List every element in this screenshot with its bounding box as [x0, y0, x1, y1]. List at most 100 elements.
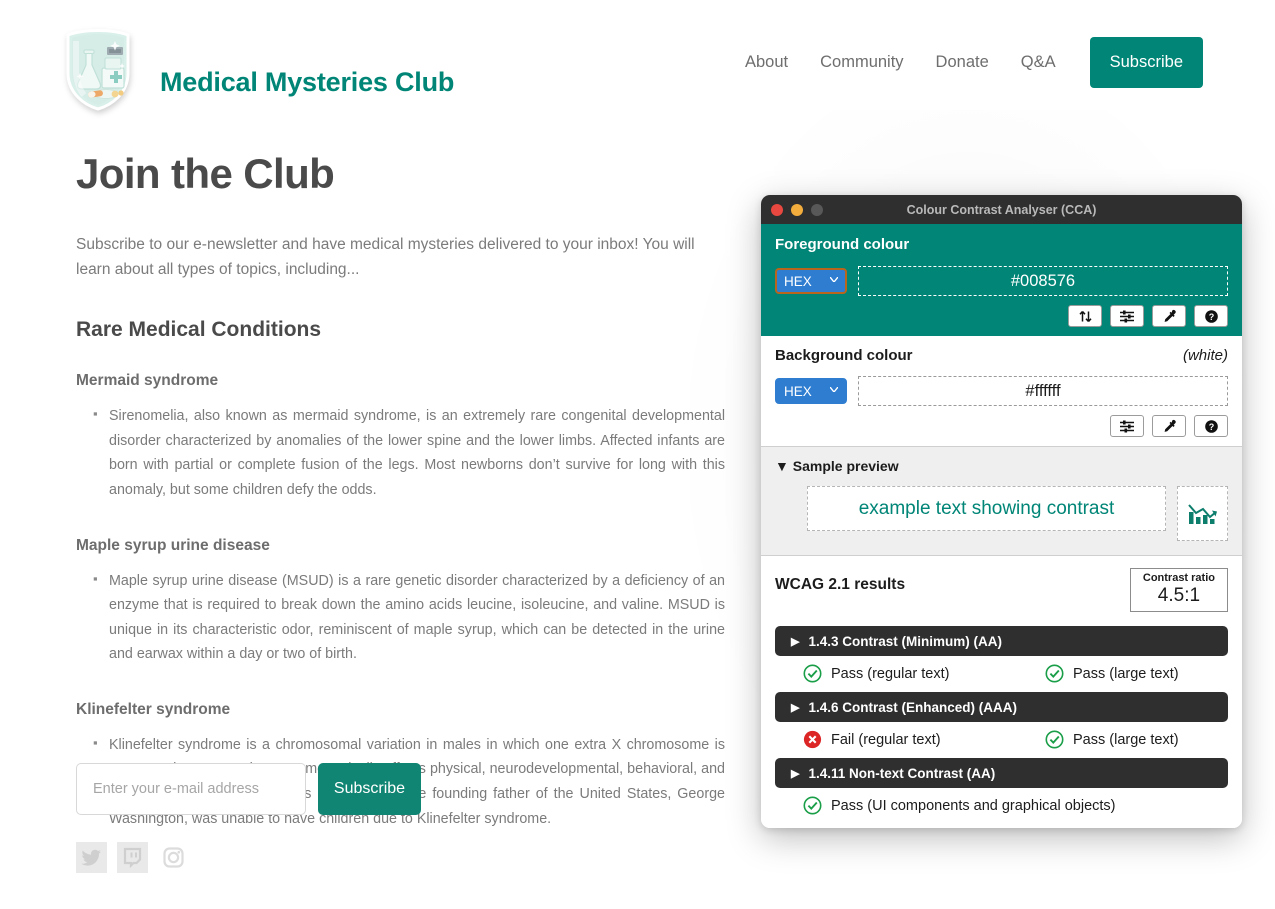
nav-item-community[interactable]: Community [804, 36, 919, 88]
cca-window-title: Colour Contrast Analyser (CCA) [906, 202, 1097, 217]
cca-window: Colour Contrast Analyser (CCA) Foregroun… [761, 195, 1242, 828]
criterion-label: 1.4.11 Non-text Contrast (AA) [808, 765, 996, 781]
sample-preview-row: example text showing contrast [775, 486, 1228, 541]
email-field[interactable] [76, 763, 306, 815]
help-icon[interactable]: ? [1194, 415, 1228, 437]
verdict-large-text: Pass (large text) [1045, 730, 1179, 749]
verdict-text: Pass (large text) [1073, 731, 1179, 748]
signup-subscribe-button[interactable]: Subscribe [318, 763, 421, 815]
fail-icon [803, 730, 822, 749]
twitch-icon[interactable] [117, 842, 148, 873]
nav-item-donate[interactable]: Donate [920, 36, 1005, 88]
foreground-colour-row: HEX #008576 [775, 266, 1228, 296]
newsletter-signup-form: Subscribe [76, 763, 421, 815]
verdict-text: Pass (regular text) [831, 665, 950, 682]
list-item: Sirenomelia, also known as mermaid syndr… [93, 403, 725, 502]
background-colour-panel: Background colour (white) HEX #ffffff ? [761, 336, 1242, 447]
condition-title-klinefelter-syndrome: Klinefelter syndrome [76, 700, 231, 718]
verdict-text: Fail (regular text) [831, 731, 941, 748]
wcag-results-title: WCAG 2.1 results [775, 576, 906, 593]
verdict-text: Pass (UI components and graphical object… [831, 797, 1116, 814]
page-title: Join the Club [76, 150, 335, 197]
zoom-window-button[interactable] [811, 203, 823, 216]
eyedropper-icon[interactable] [1152, 305, 1186, 327]
background-colour-note: (white) [1182, 347, 1228, 364]
shield-lab-logo-icon [62, 25, 134, 113]
eyedropper-icon[interactable] [1152, 415, 1186, 437]
wcag-results-header: WCAG 2.1 results Contrast ratio 4.5:1 [775, 568, 1228, 613]
verdict-non-text: Pass (UI components and graphical object… [803, 796, 1116, 815]
pass-icon [1045, 730, 1064, 749]
condition-title-maple-syrup-urine-disease: Maple syrup urine disease [76, 536, 270, 554]
triangle-right-icon: ▶ [791, 701, 800, 714]
verdict-regular-text: Pass (regular text) [803, 664, 1045, 683]
condition-title-mermaid-syndrome: Mermaid syndrome [76, 372, 219, 390]
sliders-icon[interactable] [1110, 305, 1144, 327]
contrast-ratio-box: Contrast ratio 4.5:1 [1129, 568, 1228, 613]
sliders-icon[interactable] [1110, 415, 1144, 437]
main-nav: About Community Donate Q&A Subscribe [729, 36, 1203, 88]
minimize-window-button[interactable] [791, 203, 803, 216]
sample-preview-disclosure[interactable]: ▼ Sample preview [775, 458, 1228, 474]
criterion-1-4-11-verdicts: Pass (UI components and graphical object… [775, 796, 1228, 815]
pass-icon [803, 664, 822, 683]
contrast-ratio-label: Contrast ratio [1142, 572, 1215, 584]
instagram-icon[interactable] [158, 842, 189, 873]
article-lede: Subscribe to our e-newsletter and have m… [76, 236, 695, 279]
verdict-large-text: Pass (large text) [1045, 664, 1179, 683]
social-links [76, 842, 189, 873]
help-icon[interactable]: ? [1194, 305, 1228, 327]
list-item: Maple syrup urine disease (MSUD) is a ra… [93, 568, 725, 667]
criterion-label: 1.4.6 Contrast (Enhanced) (AAA) [808, 699, 1017, 715]
svg-text:?: ? [1208, 312, 1214, 322]
background-format-select-wrap: HEX [775, 378, 847, 404]
bar-chart-declining-icon [1177, 486, 1228, 541]
page-root: Medical Mysteries Club About Community D… [0, 0, 1275, 909]
background-tools: ? [775, 415, 1228, 437]
brand-name: Medical Mysteries Club [160, 66, 455, 97]
foreground-colour-panel: Foreground colour HEX #008576 ? [761, 224, 1242, 336]
criterion-1-4-6-verdicts: Fail (regular text) Pass (large text) [775, 730, 1228, 749]
background-colour-value[interactable]: #ffffff [858, 376, 1228, 406]
pass-icon [1045, 664, 1064, 683]
criterion-label: 1.4.3 Contrast (Minimum) (AA) [808, 633, 1002, 649]
twitter-icon[interactable] [76, 842, 107, 873]
sample-preview-text: example text showing contrast [807, 486, 1166, 531]
sample-preview-panel: ▼ Sample preview example text showing co… [761, 447, 1242, 556]
sample-preview-label: Sample preview [792, 458, 899, 474]
foreground-colour-label: Foreground colour [775, 236, 910, 253]
criterion-1-4-11[interactable]: ▶ 1.4.11 Non-text Contrast (AA) [775, 758, 1228, 789]
foreground-colour-value[interactable]: #008576 [858, 266, 1228, 296]
nav-item-about[interactable]: About [729, 36, 804, 88]
swap-colours-icon[interactable] [1068, 305, 1102, 327]
condition-list-mermaid-syndrome: Sirenomelia, also known as mermaid syndr… [76, 403, 726, 502]
nav-item-qa[interactable]: Q&A [1005, 36, 1072, 88]
triangle-right-icon: ▶ [791, 767, 800, 780]
close-window-button[interactable] [771, 203, 783, 216]
background-colour-label: Background colour [775, 347, 913, 364]
article: Join the Club Subscribe to our e-newslet… [76, 150, 726, 865]
svg-text:?: ? [1208, 422, 1214, 432]
background-colour-header: Background colour (white) [775, 347, 1228, 364]
triangle-down-icon: ▼ [775, 458, 789, 474]
foreground-tools: ? [775, 305, 1228, 327]
criterion-1-4-3-verdicts: Pass (regular text) Pass (large text) [775, 664, 1228, 683]
foreground-format-select-wrap: HEX [775, 268, 847, 294]
nav-subscribe-button[interactable]: Subscribe [1089, 36, 1203, 88]
triangle-right-icon: ▶ [791, 635, 800, 648]
section-title: Rare Medical Conditions [76, 318, 322, 342]
verdict-regular-text: Fail (regular text) [803, 730, 1045, 749]
background-format-select[interactable]: HEX [775, 378, 847, 404]
foreground-format-select[interactable]: HEX [775, 268, 847, 294]
site-header: Medical Mysteries Club About Community D… [0, 0, 1275, 122]
pass-icon [803, 796, 822, 815]
cca-titlebar[interactable]: Colour Contrast Analyser (CCA) [761, 195, 1242, 224]
contrast-ratio-value: 4.5:1 [1157, 585, 1201, 607]
criterion-1-4-3[interactable]: ▶ 1.4.3 Contrast (Minimum) (AA) [775, 626, 1228, 657]
verdict-text: Pass (large text) [1073, 665, 1179, 682]
brand[interactable]: Medical Mysteries Club [62, 25, 454, 113]
wcag-results-panel: WCAG 2.1 results Contrast ratio 4.5:1 ▶ … [761, 556, 1242, 828]
criterion-1-4-6[interactable]: ▶ 1.4.6 Contrast (Enhanced) (AAA) [775, 692, 1228, 723]
window-controls [771, 203, 823, 216]
condition-list-maple-syrup-urine-disease: Maple syrup urine disease (MSUD) is a ra… [76, 568, 726, 667]
